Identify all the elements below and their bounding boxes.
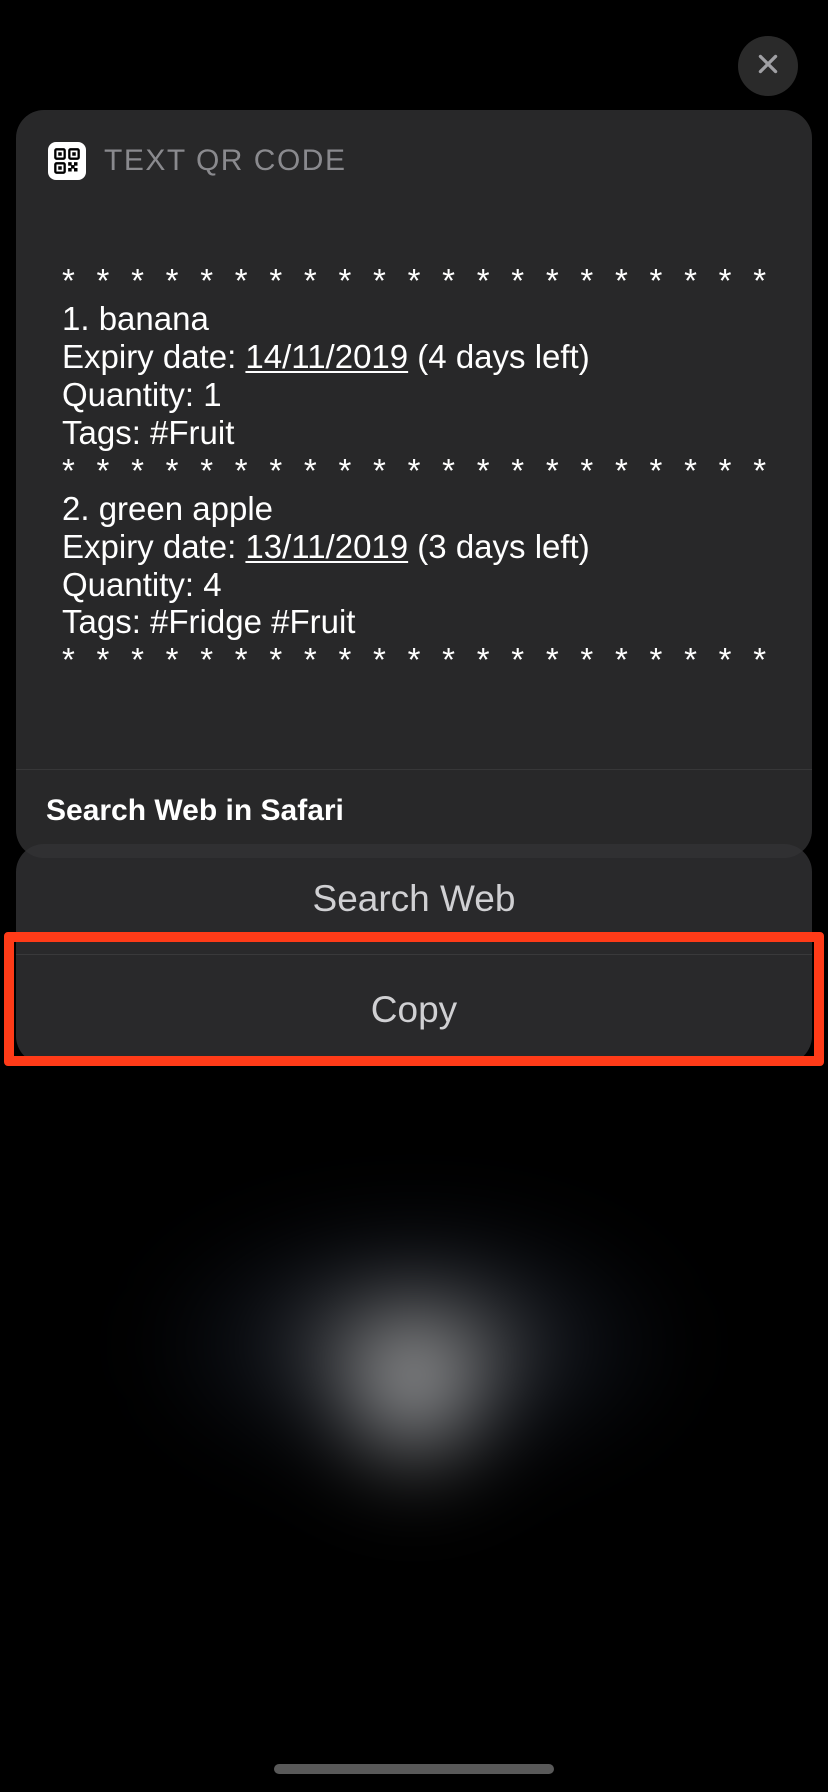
list-item: 1. banana Expiry date: 14/11/2019 (4 day…	[62, 300, 766, 452]
item-expiry: Expiry date: 14/11/2019 (4 days left)	[62, 338, 766, 376]
qr-result-card: TEXT QR CODE * * * * * * * * * * * * * *…	[16, 110, 812, 858]
search-web-button[interactable]: Search Web	[16, 844, 812, 954]
qr-code-icon	[48, 142, 86, 180]
card-header: TEXT QR CODE	[16, 110, 812, 180]
item-title: 1. banana	[62, 300, 766, 338]
separator-line: * * * * * * * * * * * * * * * * * * * * …	[62, 262, 766, 300]
item-expiry: Expiry date: 13/11/2019 (3 days left)	[62, 528, 766, 566]
close-button[interactable]	[738, 36, 798, 96]
expiry-date-link[interactable]: 14/11/2019	[245, 338, 408, 375]
copy-button[interactable]: Copy	[16, 954, 812, 1064]
qr-text-content: * * * * * * * * * * * * * * * * * * * * …	[16, 180, 812, 769]
item-quantity: Quantity: 1	[62, 376, 766, 414]
close-icon	[755, 51, 781, 82]
action-button-group: Search Web Copy	[16, 844, 812, 1064]
home-indicator[interactable]	[274, 1764, 554, 1774]
item-quantity: Quantity: 4	[62, 566, 766, 604]
card-title: TEXT QR CODE	[104, 144, 346, 178]
item-title: 2. green apple	[62, 490, 766, 528]
item-tags: Tags: #Fridge #Fruit	[62, 603, 766, 641]
item-tags: Tags: #Fruit	[62, 414, 766, 452]
list-item: 2. green apple Expiry date: 13/11/2019 (…	[62, 490, 766, 642]
expiry-date-link[interactable]: 13/11/2019	[245, 528, 408, 565]
separator-line: * * * * * * * * * * * * * * * * * * * * …	[62, 641, 766, 679]
separator-line: * * * * * * * * * * * * * * * * * * * * …	[62, 452, 766, 490]
